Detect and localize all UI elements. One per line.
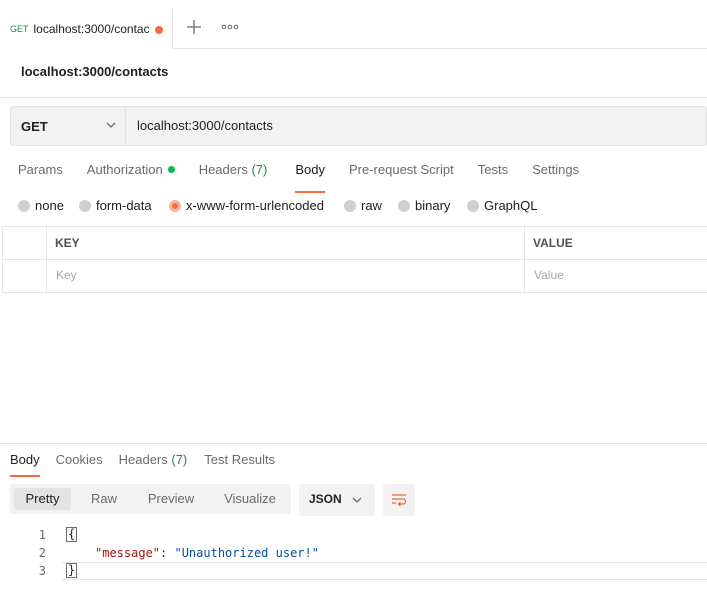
radio-circle-selected [169, 199, 181, 212]
code-line-2: "message": "Unauthorized user!" [95, 546, 319, 560]
ellipsis-icon[interactable] [220, 19, 240, 35]
view-preview-button[interactable]: Preview [138, 488, 204, 510]
plus-icon[interactable] [185, 18, 203, 36]
tab-label: Authorization [86, 162, 163, 177]
chevron-down-icon [352, 497, 362, 503]
tab-body[interactable]: Body [295, 162, 325, 193]
response-tab-test-results[interactable]: Test Results [204, 452, 275, 472]
radio-label: form-data [96, 198, 152, 213]
headers-count: (7) [251, 162, 268, 177]
value-input[interactable]: Value [534, 268, 564, 282]
radio-label: x-www-form-urlencoded [186, 198, 324, 213]
tab-label: Pre-request Script [348, 162, 454, 177]
tab-label: Cookies [55, 452, 103, 467]
radio-circle [79, 199, 91, 212]
line-number: 2 [38, 546, 46, 560]
active-line-highlight [62, 562, 707, 580]
line-number: 3 [38, 564, 46, 578]
request-tab[interactable]: GET localhost:3000/contac [0, 9, 173, 49]
radio-binary[interactable]: binary [398, 198, 450, 213]
response-tabs: Body Cookies Headers (7) Test Results [10, 452, 275, 477]
tab-bar: GET localhost:3000/contac [0, 0, 707, 49]
tab-pre-request-script[interactable]: Pre-request Script [349, 162, 454, 186]
radio-x-www-form-urlencoded[interactable]: x-www-form-urlencoded [169, 198, 324, 213]
table-header-row [3, 227, 707, 260]
url-input[interactable]: localhost:3000/contacts [137, 118, 273, 133]
radio-raw[interactable]: raw [344, 198, 382, 213]
format-label: JSON [309, 492, 342, 506]
radio-circle [467, 199, 479, 212]
headers-count: (7) [171, 452, 188, 467]
tab-params[interactable]: Params [18, 162, 63, 186]
json-key: "message" [95, 546, 161, 560]
key-column-header: KEY [55, 236, 80, 250]
tab-headers[interactable]: Headers (7) [199, 162, 268, 186]
view-mode-group: Pretty Raw Preview Visualize [10, 484, 291, 514]
url-bar: GET localhost:3000/contacts [10, 106, 707, 146]
response-tab-cookies[interactable]: Cookies [56, 452, 103, 472]
divider [0, 97, 707, 98]
value-column-header: VALUE [533, 236, 573, 250]
chevron-down-icon [106, 122, 116, 128]
tab-label: Tests [477, 162, 509, 177]
tab-method: GET [10, 24, 29, 34]
radio-graphql[interactable]: GraphQL [467, 198, 537, 213]
radio-form-data[interactable]: form-data [79, 198, 152, 213]
response-tab-body[interactable]: Body [10, 452, 40, 477]
tab-tests[interactable]: Tests [478, 162, 508, 186]
radio-circle [18, 199, 30, 212]
close-brace: } [66, 563, 78, 578]
code-line-3: } [66, 563, 78, 578]
radio-label: binary [415, 198, 451, 213]
radio-label: GraphQL [484, 198, 538, 213]
tab-settings[interactable]: Settings [532, 162, 579, 186]
tab-label: Body [10, 452, 40, 467]
response-divider[interactable] [0, 443, 707, 444]
view-raw-button[interactable]: Raw [80, 488, 128, 510]
radio-circle [398, 199, 410, 212]
radio-none[interactable]: none [18, 198, 64, 213]
wrap-lines-icon [392, 494, 407, 507]
json-colon: : [160, 546, 175, 560]
tab-label: Body [295, 162, 325, 177]
view-visualize-button[interactable]: Visualize [215, 488, 285, 510]
radio-circle [344, 199, 356, 212]
key-input[interactable]: Key [56, 268, 77, 282]
open-brace: { [66, 527, 78, 542]
radio-label: raw [361, 198, 382, 213]
tab-authorization[interactable]: Authorization [87, 162, 175, 186]
tab-title: localhost:3000/contac [33, 22, 150, 36]
tab-label: Params [18, 162, 63, 177]
status-dot-icon [167, 166, 175, 173]
radio-label: none [35, 198, 64, 213]
tab-label: Test Results [204, 452, 276, 467]
json-value: "Unauthorized user!" [174, 546, 319, 560]
key-value-table: KEY VALUE Key Value [2, 226, 707, 293]
tab-label: Settings [532, 162, 580, 177]
response-tab-headers[interactable]: Headers (7) [119, 452, 188, 472]
method-select[interactable]: GET [11, 107, 126, 145]
request-name[interactable]: localhost:3000/contacts [21, 64, 168, 79]
view-pretty-button[interactable]: Pretty [14, 488, 71, 510]
tab-label: Headers [198, 162, 248, 177]
table-row [3, 260, 707, 293]
response-body-editor[interactable]: 1 2 3 { "message": "Unauthorized user!" … [0, 525, 707, 585]
method-label: GET [21, 118, 48, 134]
unsaved-dot-icon [155, 26, 163, 34]
tab-label: Headers [118, 452, 168, 467]
format-select[interactable]: JSON [299, 484, 375, 516]
wrap-lines-button[interactable] [383, 484, 415, 516]
code-line-1: { [66, 527, 78, 542]
line-number: 1 [38, 528, 46, 542]
request-tabs: Params Authorization Headers (7) Body Pr… [18, 162, 579, 193]
